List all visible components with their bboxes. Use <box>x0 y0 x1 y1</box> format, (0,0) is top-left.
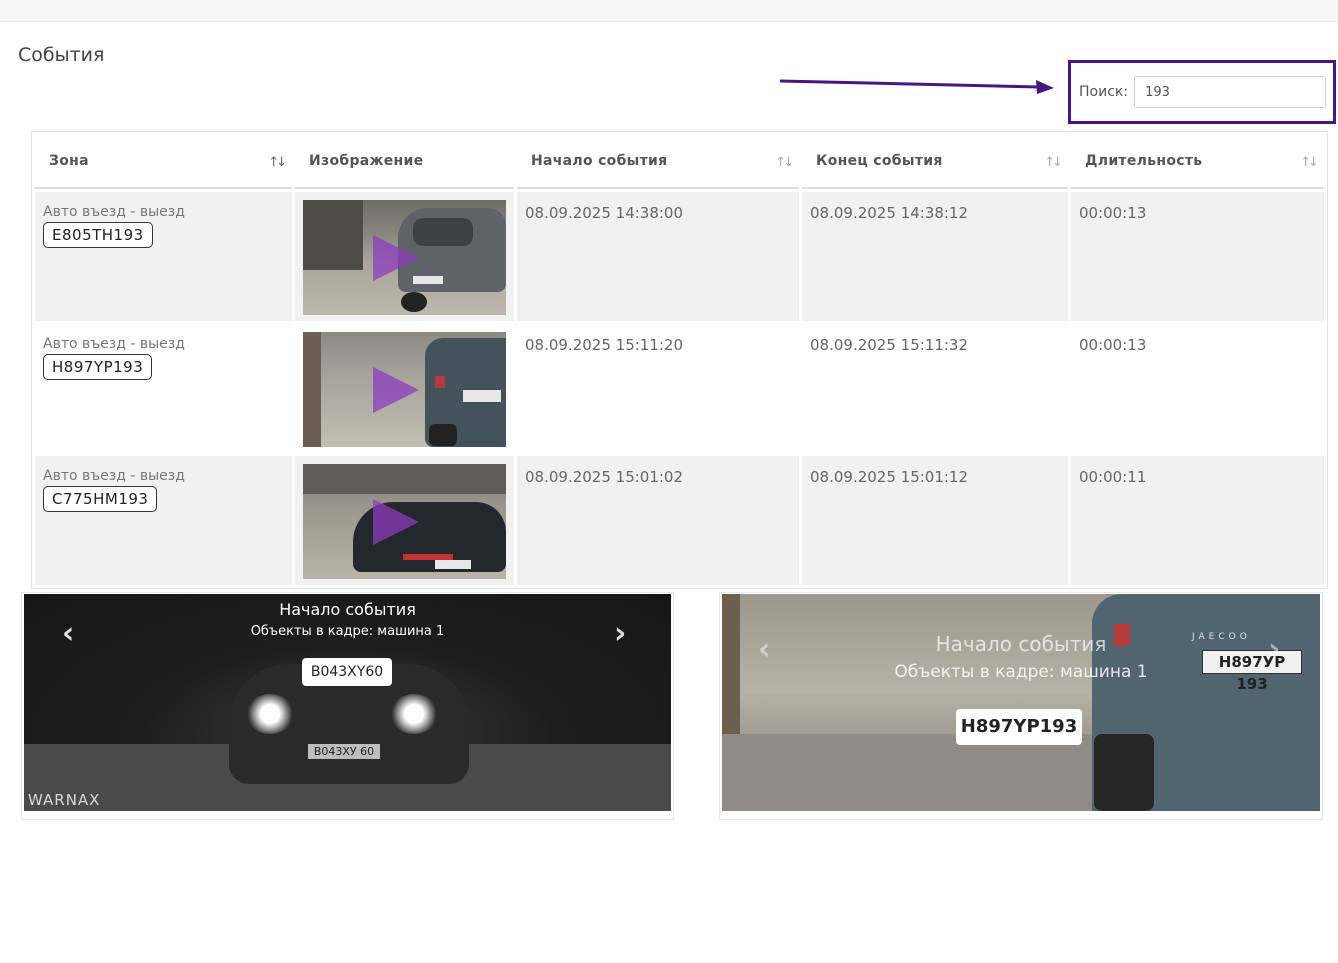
image-cell <box>295 456 514 585</box>
play-icon <box>373 367 419 413</box>
image-cell <box>295 324 514 453</box>
end-cell: 08.09.2025 15:01:12 <box>802 456 1068 585</box>
zone-name: Авто въезд - выезд <box>43 204 185 220</box>
column-header-duration[interactable]: Длительность ↑↓ <box>1071 135 1324 189</box>
annotation-arrow <box>779 79 1054 94</box>
zone-name: Авто въезд - выезд <box>43 468 185 484</box>
column-header-zone[interactable]: Зона ↑↓ <box>35 135 292 189</box>
duration-cell: 00:00:13 <box>1071 324 1324 453</box>
column-header-image: Изображение <box>295 135 514 189</box>
column-header-end[interactable]: Конец события ↑↓ <box>802 135 1068 189</box>
zone-cell: Авто въезд - выезд H897YP193 <box>35 324 292 453</box>
table-row[interactable]: Авто въезд - выезд H897YP193 08.09.2025 … <box>35 324 1324 453</box>
end-cell: 08.09.2025 15:11:32 <box>802 324 1068 453</box>
viewer-title: Начало события <box>279 600 416 619</box>
sort-icon[interactable]: ↑↓ <box>1044 155 1063 170</box>
event-viewer-left: В043ХУ 60 Начало события Объекты в кадре… <box>21 592 674 820</box>
play-icon <box>373 235 419 281</box>
search-input[interactable] <box>1134 76 1327 108</box>
next-arrow-icon[interactable]: › <box>614 616 626 651</box>
play-icon <box>373 499 419 545</box>
start-cell: 08.09.2025 15:01:02 <box>517 456 799 585</box>
duration-cell: 00:00:13 <box>1071 192 1324 321</box>
next-arrow-icon[interactable]: › <box>1268 632 1280 667</box>
viewer-plate-label: H897YP193 <box>956 709 1082 745</box>
sort-icon[interactable]: ↑↓ <box>775 155 794 170</box>
zone-name: Авто въезд - выезд <box>43 336 185 352</box>
events-table: Зона ↑↓ Изображение Начало события ↑↓ Ко… <box>31 131 1328 589</box>
viewer-subtitle: Объекты в кадре: машина 1 <box>250 624 445 639</box>
event-image: JAECOO Н897УР 193 Начало события Объекты… <box>722 594 1320 811</box>
prev-arrow-icon[interactable]: ‹ <box>62 616 74 651</box>
table-row[interactable]: Авто въезд - выезд E805TH193 08.09.2025 … <box>35 192 1324 321</box>
event-thumbnail[interactable] <box>303 200 506 315</box>
event-thumbnail[interactable] <box>303 332 506 447</box>
search-highlight-box: Поиск: <box>1068 60 1336 124</box>
start-cell: 08.09.2025 14:38:00 <box>517 192 799 321</box>
plate-badge: E805TH193 <box>43 222 153 248</box>
viewer-plate-label: B043XY60 <box>302 658 392 686</box>
sort-icon[interactable]: ↑↓ <box>1300 155 1319 170</box>
page-title: События <box>18 44 105 66</box>
event-image: В043ХУ 60 Начало события Объекты в кадре… <box>24 594 671 811</box>
sort-icon[interactable]: ↑↓ <box>268 155 287 170</box>
watermark-logo: WARNAX <box>28 791 101 809</box>
end-cell: 08.09.2025 14:38:12 <box>802 192 1068 321</box>
top-bar <box>0 0 1338 22</box>
table-row[interactable]: Авто въезд - выезд C775HM193 08.09.2025 … <box>35 456 1324 585</box>
image-cell <box>295 192 514 321</box>
start-cell: 08.09.2025 15:11:20 <box>517 324 799 453</box>
event-thumbnail[interactable] <box>303 464 506 579</box>
search-label: Поиск: <box>1079 84 1129 100</box>
car-plate: В043ХУ 60 <box>308 744 380 759</box>
zone-cell: Авто въезд - выезд C775HM193 <box>35 456 292 585</box>
viewer-title: Начало события <box>935 632 1107 656</box>
viewer-subtitle: Объекты в кадре: машина 1 <box>894 662 1148 682</box>
prev-arrow-icon[interactable]: ‹ <box>758 632 770 667</box>
plate-badge: C775HM193 <box>43 486 158 512</box>
event-viewer-right: JAECOO Н897УР 193 Начало события Объекты… <box>719 592 1323 820</box>
plate-badge: H897YP193 <box>43 354 153 380</box>
zone-cell: Авто въезд - выезд E805TH193 <box>35 192 292 321</box>
duration-cell: 00:00:11 <box>1071 456 1324 585</box>
column-header-start[interactable]: Начало события ↑↓ <box>517 135 799 189</box>
